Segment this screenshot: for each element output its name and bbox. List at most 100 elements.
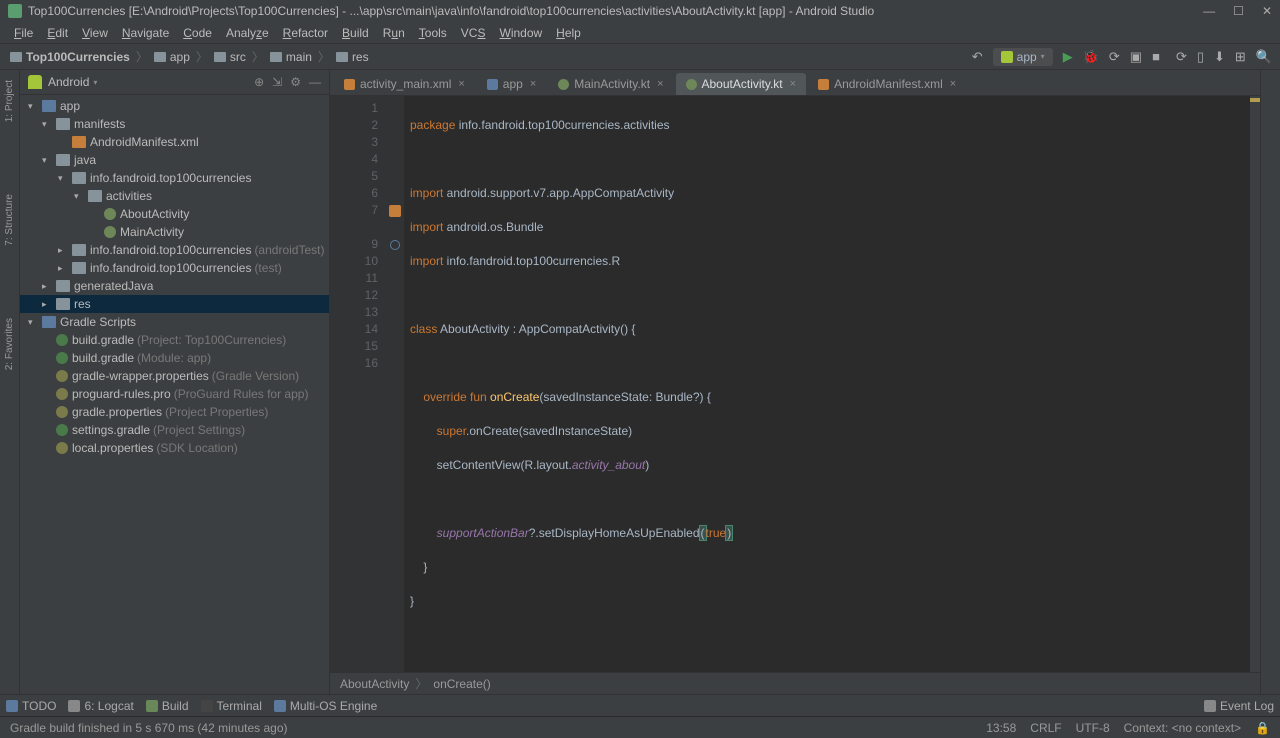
sync-button[interactable]: ⟳ (1176, 49, 1187, 65)
close-icon[interactable]: × (657, 78, 663, 90)
collapse-all-icon[interactable]: ⇲ (272, 75, 282, 89)
breadcrumb-item[interactable]: res (334, 50, 371, 64)
bottom-moe[interactable]: Multi-OS Engine (274, 699, 377, 713)
profile-button[interactable]: ⟳ (1109, 49, 1120, 65)
rail-structure[interactable]: 7: Structure (2, 188, 17, 252)
tree-wrapper[interactable]: gradle-wrapper.properties (72, 369, 209, 383)
menu-build[interactable]: Build (336, 24, 375, 42)
lock-icon[interactable]: 🔒 (1255, 721, 1270, 735)
menu-vcs[interactable]: VCS (455, 24, 492, 42)
project-tree[interactable]: ▾app ▾manifests AndroidManifest.xml ▾jav… (20, 95, 329, 694)
debug-button[interactable]: 🐞 (1083, 49, 1099, 65)
tree-pkg-test[interactable]: info.fandroid.top100currencies (90, 261, 251, 275)
tab-app[interactable]: app× (477, 73, 546, 95)
stop-button[interactable]: ■ (1152, 49, 1160, 64)
tree-gradle-scripts[interactable]: Gradle Scripts (60, 315, 136, 329)
code-editor[interactable]: 1234567910111213141516 package info.fand… (330, 96, 1260, 672)
search-button[interactable]: 🔍 (1256, 49, 1272, 65)
hide-icon[interactable]: — (309, 75, 321, 89)
tree-about-activity[interactable]: AboutActivity (120, 207, 189, 221)
sdk-button[interactable]: ⬇ (1214, 49, 1225, 65)
bottom-logcat[interactable]: 6: Logcat (68, 699, 133, 713)
tab-activity-main[interactable]: activity_main.xml× (334, 73, 475, 95)
tree-res-selected[interactable]: ▸res (20, 295, 329, 313)
line-numbers: 1234567910111213141516 (330, 96, 386, 672)
minimize-icon[interactable]: — (1203, 4, 1215, 18)
bottom-build[interactable]: Build (146, 699, 189, 713)
tree-app[interactable]: app (60, 99, 80, 113)
tree-java[interactable]: java (74, 153, 96, 167)
tree-pkg-androidtest[interactable]: info.fandroid.top100currencies (90, 243, 251, 257)
breadcrumb-item[interactable]: main (268, 50, 314, 64)
menu-refactor[interactable]: Refactor (277, 24, 334, 42)
close-icon[interactable]: × (458, 78, 464, 90)
menu-tools[interactable]: Tools (413, 24, 453, 42)
avd-button[interactable]: ▯ (1197, 49, 1204, 65)
settings-icon[interactable]: ⚙ (290, 75, 301, 89)
breadcrumb-item[interactable]: src (212, 50, 248, 64)
close-icon[interactable]: × (950, 78, 956, 90)
menu-file[interactable]: File (8, 24, 39, 42)
kotlin-icon (686, 79, 697, 90)
menu-window[interactable]: Window (493, 24, 548, 42)
tree-gradle-props[interactable]: gradle.properties (72, 405, 162, 419)
tree-pkg[interactable]: info.fandroid.top100currencies (90, 171, 251, 185)
class-icon[interactable] (389, 205, 401, 217)
run-config-selector[interactable]: app ▾ (993, 48, 1053, 66)
tree-build-gradle-proj[interactable]: build.gradle (72, 333, 134, 347)
code-body[interactable]: package info.fandroid.top100currencies.a… (404, 96, 1260, 672)
maximize-icon[interactable]: ☐ (1233, 4, 1244, 18)
tree-manifest-file[interactable]: AndroidManifest.xml (90, 135, 199, 149)
status-eol[interactable]: CRLF (1030, 721, 1061, 735)
back-icon[interactable]: ↶ (972, 49, 983, 65)
editor-area: activity_main.xml× app× MainActivity.kt×… (330, 70, 1260, 694)
app-icon (8, 4, 22, 18)
tab-main-activity[interactable]: MainActivity.kt× (548, 73, 673, 95)
bottom-todo[interactable]: TODO (6, 699, 56, 713)
menu-run[interactable]: Run (377, 24, 411, 42)
right-tool-rail (1260, 70, 1280, 694)
menu-help[interactable]: Help (550, 24, 587, 42)
status-encoding[interactable]: UTF-8 (1076, 721, 1110, 735)
menu-navigate[interactable]: Navigate (116, 24, 175, 42)
attach-button[interactable]: ▣ (1130, 49, 1142, 65)
project-panel-header: Android ▾ ⊕ ⇲ ⚙ — (20, 70, 329, 95)
breadcrumb-item[interactable]: app (152, 50, 192, 64)
left-tool-rail: 1: Project 7: Structure 2: Favorites (0, 70, 20, 694)
crumb-class[interactable]: AboutActivity (340, 677, 409, 691)
menu-code[interactable]: Code (177, 24, 218, 42)
rail-project[interactable]: 1: Project (2, 74, 17, 128)
close-icon[interactable]: × (530, 78, 536, 90)
crumb-method[interactable]: onCreate() (433, 677, 490, 691)
tree-manifests[interactable]: manifests (74, 117, 125, 131)
tab-about-activity[interactable]: AboutActivity.kt× (676, 73, 807, 95)
bottom-terminal[interactable]: Terminal (201, 699, 262, 713)
scroll-indicator[interactable] (1250, 96, 1260, 672)
menu-analyze[interactable]: Analyze (220, 24, 275, 42)
override-icon[interactable] (390, 240, 400, 250)
rail-favorites[interactable]: 2: Favorites (2, 312, 17, 376)
module-icon (487, 79, 498, 90)
scroll-from-source-icon[interactable]: ⊕ (254, 75, 264, 89)
structure-button[interactable]: ⊞ (1235, 49, 1246, 65)
close-icon[interactable]: ✕ (1262, 4, 1272, 18)
tree-main-activity[interactable]: MainActivity (120, 225, 184, 239)
breadcrumb-root[interactable]: Top100Currencies (8, 50, 132, 64)
tree-activities[interactable]: activities (106, 189, 152, 203)
tree-proguard[interactable]: proguard-rules.pro (72, 387, 171, 401)
tree-generated[interactable]: generatedJava (74, 279, 153, 293)
panel-title[interactable]: Android (48, 75, 89, 89)
menu-view[interactable]: View (76, 24, 114, 42)
bottom-eventlog[interactable]: Event Log (1204, 699, 1274, 713)
close-icon[interactable]: × (790, 78, 796, 90)
window-title: Top100Currencies [E:\Android\Projects\To… (28, 4, 874, 18)
status-caret-pos[interactable]: 13:58 (986, 721, 1016, 735)
tab-android-manifest[interactable]: AndroidManifest.xml× (808, 73, 966, 95)
menu-edit[interactable]: Edit (41, 24, 74, 42)
run-button[interactable]: ▶ (1063, 49, 1073, 65)
status-context[interactable]: Context: <no context> (1124, 721, 1241, 735)
tree-build-gradle-mod[interactable]: build.gradle (72, 351, 134, 365)
tree-settings-gradle[interactable]: settings.gradle (72, 423, 150, 437)
tree-local-props[interactable]: local.properties (72, 441, 153, 455)
warning-mark[interactable] (1250, 98, 1260, 102)
